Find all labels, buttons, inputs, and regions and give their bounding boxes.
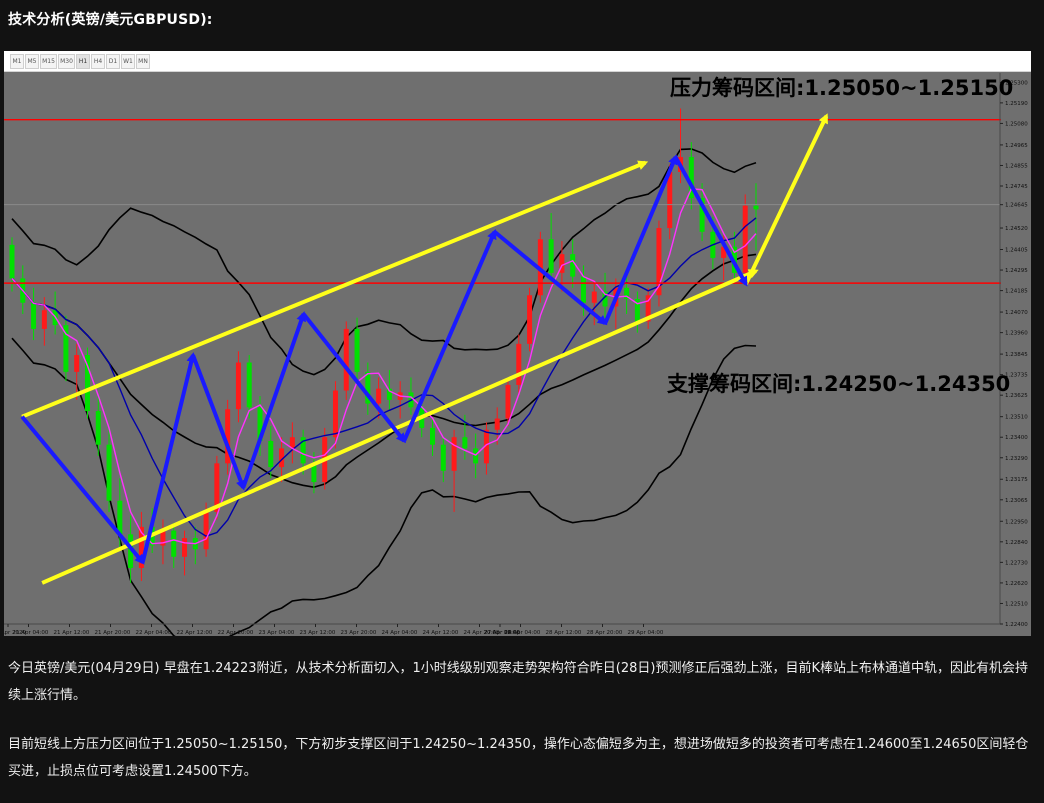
y-tick-label: 1.22620 — [1005, 581, 1028, 587]
x-tick-label: 23 Apr 12:00 — [300, 630, 336, 636]
y-tick-label: 1.24745 — [1005, 184, 1028, 190]
timeframe-d1[interactable]: D1 — [106, 54, 120, 69]
candle-body — [9, 244, 15, 279]
candle-body — [570, 254, 576, 277]
candle-body — [117, 500, 123, 535]
candle-body — [182, 538, 188, 557]
candle-body — [235, 362, 241, 410]
y-tick-label: 1.24855 — [1005, 163, 1028, 169]
y-tick-label: 1.24520 — [1005, 226, 1028, 232]
y-tick-label: 1.25190 — [1005, 101, 1028, 107]
candle-body — [516, 343, 522, 385]
candle-body — [451, 437, 457, 471]
y-tick-label: 1.24070 — [1005, 310, 1028, 316]
y-tick-label: 1.22840 — [1005, 540, 1028, 546]
candle-body — [246, 362, 252, 408]
chart-svg: 1.251001.242231.24645 1.253001.251901.25… — [0, 51, 1031, 651]
y-tick-label: 1.23400 — [1005, 435, 1028, 441]
candle-body — [203, 511, 209, 550]
x-tick-label: 24 Apr 12:00 — [423, 630, 459, 636]
candle-body — [171, 530, 177, 557]
candle-body — [548, 239, 554, 273]
candle-body — [41, 310, 47, 329]
y-tick-label: 1.24295 — [1005, 268, 1028, 274]
candle-body — [332, 390, 338, 438]
timeframe-m15[interactable]: M15 — [40, 54, 57, 69]
x-tick-label: 23 Apr 20:00 — [341, 630, 377, 636]
candle-body — [106, 444, 112, 501]
resistance-zone-label: 压力筹码区间:1.25050~1.25150 — [670, 76, 1013, 100]
candle-body — [268, 440, 274, 468]
y-tick-label: 1.24965 — [1005, 143, 1028, 149]
x-tick-label: 24 Apr 04:00 — [382, 630, 418, 636]
timeframe-h1[interactable]: H1 — [76, 54, 90, 69]
candle-body — [591, 291, 597, 303]
candle-body — [440, 444, 446, 471]
y-tick-label: 1.24645 — [1005, 203, 1028, 209]
y-tick-label: 1.23510 — [1005, 415, 1028, 421]
y-tick-label: 1.24405 — [1005, 248, 1028, 254]
x-tick-label: 22 Apr 12:00 — [177, 630, 213, 636]
x-tick-label: 23 Apr 04:00 — [259, 630, 295, 636]
timeframe-mn[interactable]: MN — [136, 54, 150, 69]
candle-body — [494, 418, 500, 430]
y-tick-label: 1.24185 — [1005, 289, 1028, 295]
timeframe-m1[interactable]: M1 — [10, 54, 24, 69]
x-tick-label: 21 Apr 20:00 — [95, 630, 131, 636]
candle-body — [462, 437, 468, 449]
timeframe-m30[interactable]: M30 — [58, 54, 75, 69]
candle-body — [354, 328, 360, 372]
x-tick-label: 22 Apr 20:00 — [218, 630, 254, 636]
y-tick-label: 1.23065 — [1005, 498, 1028, 504]
y-tick-label: 1.22400 — [1005, 622, 1028, 628]
timeframe-toolbar: M1 M5 M15 M30 H1 H4 D1 W1 MN — [4, 51, 1031, 72]
candle-body — [473, 448, 479, 464]
candle-body — [742, 205, 748, 273]
candle-body — [505, 384, 511, 419]
y-tick-label: 1.23290 — [1005, 456, 1028, 462]
analysis-paragraph-2: 目前短线上方压力区间位于1.25050~1.25150，下方初步支撑区间于1.2… — [8, 737, 1029, 779]
candle-body — [74, 355, 80, 372]
y-tick-label: 1.23175 — [1005, 477, 1028, 483]
candle-body — [31, 302, 37, 329]
x-tick-label: 29 Apr 04:00 — [628, 630, 664, 636]
y-tick-label: 1.23960 — [1005, 331, 1028, 337]
candle-body — [527, 295, 533, 344]
analysis-paragraph-1: 今日英镑/美元(04月29日) 早盘在1.24223附近，从技术分析面切入，1小… — [8, 661, 1028, 703]
x-tick-label: 21 Apr 12:00 — [54, 630, 90, 636]
price-chart[interactable]: 1.251001.242231.24645 1.253001.251901.25… — [0, 51, 1031, 651]
timeframe-h4[interactable]: H4 — [91, 54, 105, 69]
timeframe-m5[interactable]: M5 — [25, 54, 39, 69]
candle-body — [580, 276, 586, 303]
y-tick-label: 1.23845 — [1005, 352, 1028, 358]
candle-body — [667, 171, 673, 229]
article-title: 技术分析(英镑/美元GBPUSD): — [8, 12, 213, 28]
y-tick-label: 1.22510 — [1005, 601, 1028, 607]
x-tick-label: 28 Apr 04:00 — [505, 630, 541, 636]
x-tick-label: 21 Apr 04:00 — [13, 630, 49, 636]
candle-body — [376, 388, 382, 404]
candle-body — [343, 328, 349, 391]
support-zone-label: 支撑筹码区间:1.24250~1.24350 — [667, 372, 1010, 396]
y-tick-label: 1.22950 — [1005, 519, 1028, 525]
candle-body — [430, 427, 436, 445]
y-tick-label: 1.25080 — [1005, 121, 1028, 127]
x-tick-label: 22 Apr 04:00 — [136, 630, 172, 636]
candle-body — [753, 205, 759, 210]
x-tick-label: 28 Apr 20:00 — [587, 630, 623, 636]
x-tick-label: 28 Apr 12:00 — [546, 630, 582, 636]
y-tick-label: 1.22730 — [1005, 560, 1028, 566]
candle-body — [95, 411, 101, 445]
timeframe-w1[interactable]: W1 — [121, 54, 135, 69]
